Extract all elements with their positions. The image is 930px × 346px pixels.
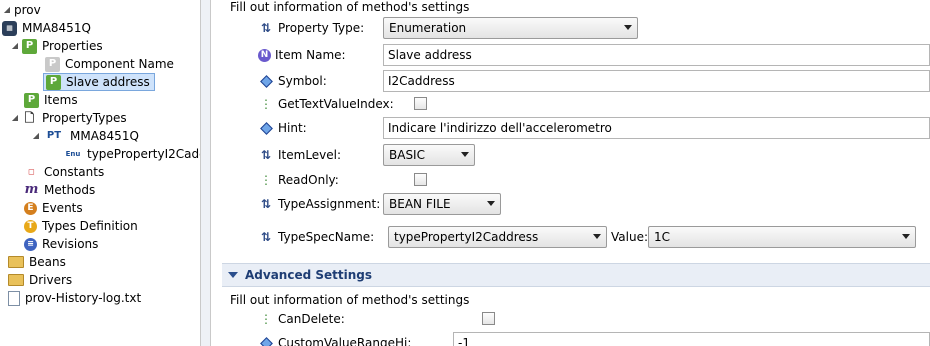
- dropdown-arrow-icon: [902, 234, 910, 239]
- dropdown-arrow-icon: [593, 234, 601, 239]
- get-text-value-index-checkbox[interactable]: [414, 97, 427, 110]
- project-tree: ◢ prov ▦ MMA8451Q ◢ P Properties P Compo…: [0, 0, 201, 346]
- dropdown-arrow-icon: [624, 25, 632, 30]
- type-spec-name-select[interactable]: typePropertyI2Caddress: [388, 226, 607, 248]
- tree-item-type-property[interactable]: Enu typePropertyI2Caddre: [64, 145, 200, 163]
- types-definition-icon: T: [24, 219, 37, 233]
- tree-item-types-definition[interactable]: T Types Definition: [24, 217, 138, 235]
- property-types-icon: 🗋: [24, 111, 35, 125]
- chip-icon: ▦: [2, 20, 17, 36]
- file-icon: [8, 290, 20, 306]
- type-icon: ⇅: [260, 148, 272, 162]
- read-only-checkbox[interactable]: [414, 173, 427, 186]
- property-type-label: ⇅ Property Type:: [258, 18, 364, 38]
- tree-item-properties[interactable]: ◢ P Properties: [10, 37, 103, 55]
- dropdown-arrow-icon: [487, 201, 495, 206]
- methods-icon: m: [24, 182, 39, 197]
- tree-item-prov[interactable]: ◢ prov: [2, 1, 41, 19]
- advanced-form-header: Fill out information of method's setting…: [230, 293, 470, 307]
- symbol-input[interactable]: I2Caddress: [383, 70, 930, 92]
- type-icon: ⇅: [260, 197, 272, 211]
- tree-item-events[interactable]: E Events: [24, 199, 83, 217]
- name-icon: N: [258, 48, 271, 62]
- hint-input[interactable]: Indicare l'indirizzo dell'accelerometro: [383, 117, 930, 139]
- diamond-icon: [259, 121, 273, 135]
- read-only-label: ⋮ ReadOnly:: [260, 173, 339, 187]
- tree-item-component-name[interactable]: P Component Name: [45, 55, 174, 73]
- diamond-icon: [259, 336, 273, 346]
- property-type-icon: PT: [46, 130, 62, 141]
- revisions-icon: ≡: [24, 237, 37, 251]
- can-delete-label: ⋮ CanDelete:: [260, 312, 345, 326]
- property-icon: P: [45, 56, 60, 72]
- collapse-arrow-icon[interactable]: ◢: [10, 37, 20, 55]
- tree-item-history-log[interactable]: prov-History-log.txt: [8, 289, 141, 307]
- property-type-select[interactable]: Enumeration: [383, 17, 638, 39]
- dropdown-arrow-icon: [461, 152, 469, 157]
- collapse-arrow-icon[interactable]: ◢: [31, 127, 41, 145]
- tree-item-mma8451q[interactable]: ▦ MMA8451Q: [2, 19, 91, 37]
- constants-icon: ◻: [28, 167, 35, 176]
- type-icon: ⇅: [260, 21, 272, 35]
- advanced-settings-title: Advanced Settings: [245, 268, 373, 282]
- collapse-arrow-icon[interactable]: ◢: [10, 109, 20, 127]
- type-assignment-label: ⇅ TypeAssignment:: [258, 194, 380, 214]
- events-icon: E: [24, 201, 37, 215]
- collapse-arrow-icon[interactable]: ◢: [2, 1, 12, 19]
- tree-item-property-types[interactable]: ◢ 🗋 PropertyTypes: [10, 109, 127, 127]
- settings-form: Fill out information of method's setting…: [212, 0, 930, 346]
- get-text-value-index-label: ⋮ GetTextValueIndex:: [260, 97, 394, 111]
- form-header: Fill out information of method's setting…: [230, 0, 470, 14]
- tree-item-methods[interactable]: m Methods: [24, 181, 96, 199]
- tree-icon: ⋮: [260, 312, 272, 326]
- tree-item-items[interactable]: P Items: [24, 91, 78, 109]
- properties-icon: P: [22, 38, 37, 54]
- item-level-label: ⇅ ItemLevel:: [258, 145, 341, 165]
- enum-icon: Enu: [65, 150, 81, 158]
- advanced-settings-section[interactable]: Advanced Settings: [222, 263, 930, 287]
- value-label: Value:: [611, 230, 648, 244]
- item-name-input[interactable]: Slave address: [383, 44, 930, 66]
- tree-icon: ⋮: [260, 97, 272, 111]
- collapse-chevron-icon[interactable]: [228, 272, 238, 278]
- custom-value-range-hi-label: CustomValueRangeHi:: [258, 333, 411, 346]
- tree-item-revisions[interactable]: ≡ Revisions: [24, 235, 98, 253]
- diamond-icon: [259, 74, 273, 88]
- symbol-label: Symbol:: [258, 71, 327, 91]
- tree-icon: ⋮: [260, 173, 272, 187]
- tree-item-constants[interactable]: ◻ Constants: [24, 163, 104, 181]
- can-delete-checkbox[interactable]: [482, 312, 495, 325]
- tree-item-beans[interactable]: Beans: [8, 253, 66, 271]
- custom-value-range-hi-input[interactable]: -1: [453, 332, 930, 346]
- type-assignment-select[interactable]: BEAN FILE: [383, 193, 501, 215]
- folder-icon: [8, 256, 24, 268]
- type-icon: ⇅: [260, 230, 272, 244]
- pane-splitter[interactable]: [201, 0, 211, 346]
- tree-item-drivers[interactable]: Drivers: [8, 271, 72, 289]
- item-level-select[interactable]: BASIC: [383, 144, 475, 166]
- tree-item-pt-mma8451q[interactable]: ◢ PT MMA8451Q: [31, 127, 139, 145]
- items-icon: P: [24, 92, 39, 108]
- property-icon: P: [46, 74, 61, 90]
- type-spec-name-label: ⇅ TypeSpecName:: [258, 227, 374, 247]
- item-name-label: N Item Name:: [258, 45, 346, 65]
- tree-item-slave-address[interactable]: P Slave address: [43, 73, 155, 91]
- folder-icon: [8, 274, 24, 286]
- hint-label: Hint:: [258, 118, 307, 138]
- value-select[interactable]: 1C: [648, 226, 916, 248]
